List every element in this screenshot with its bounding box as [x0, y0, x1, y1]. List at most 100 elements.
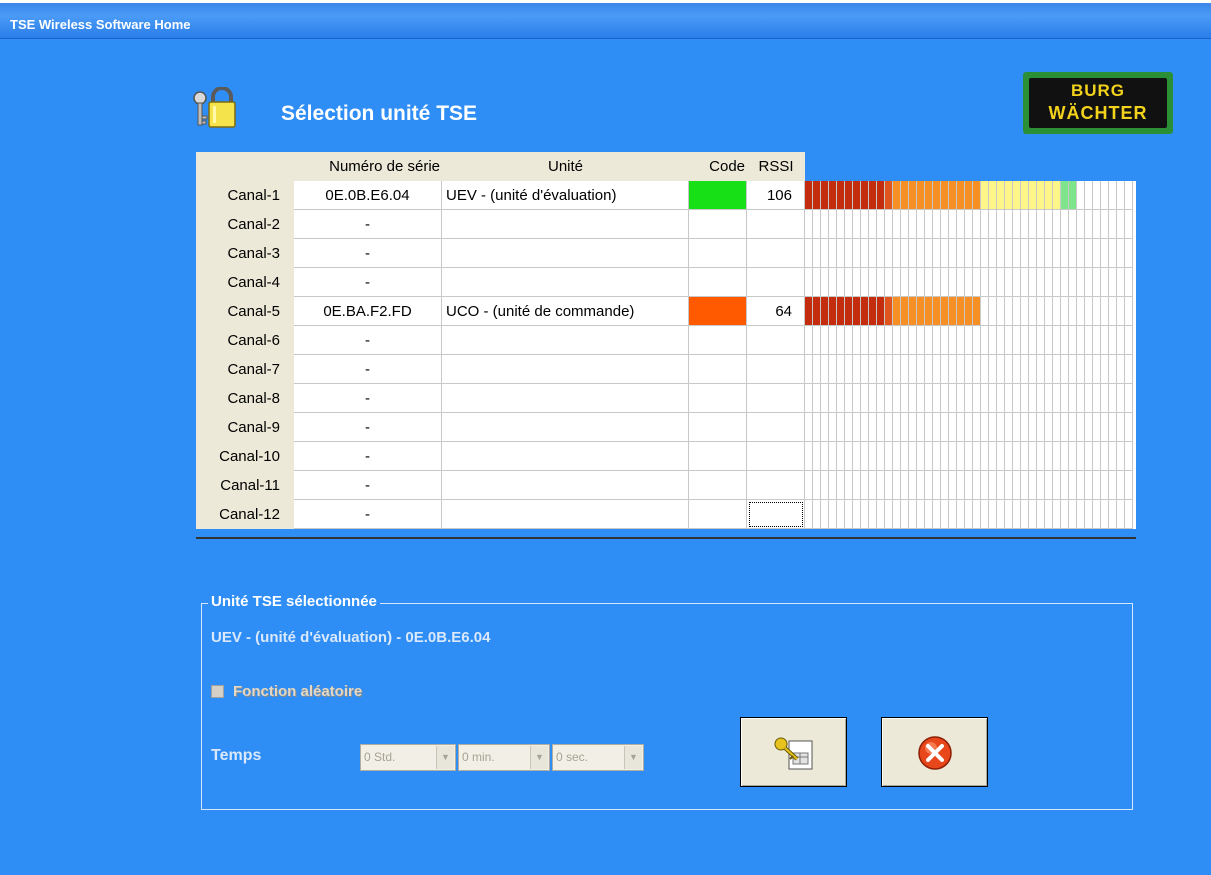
confirm-button[interactable] — [740, 717, 847, 787]
rssi-cell[interactable] — [747, 500, 805, 529]
table-row[interactable]: Canal-12- — [196, 500, 1136, 529]
serial-cell[interactable]: - — [294, 471, 442, 500]
signal-segment — [837, 181, 845, 210]
unit-cell[interactable] — [442, 268, 689, 297]
unit-cell[interactable] — [442, 471, 689, 500]
unit-cell[interactable] — [442, 239, 689, 268]
serial-cell[interactable]: - — [294, 500, 442, 529]
signal-segment — [981, 384, 989, 413]
rssi-cell[interactable] — [747, 442, 805, 471]
unit-cell[interactable] — [442, 500, 689, 529]
signal-segment — [877, 413, 885, 442]
code-cell[interactable] — [689, 442, 747, 471]
table-row[interactable]: Canal-5 0E.BA.F2.FD UCO - (unité de comman… — [196, 297, 1136, 326]
rssi-cell[interactable] — [747, 268, 805, 297]
code-cell[interactable] — [689, 210, 747, 239]
signal-segment — [1029, 384, 1037, 413]
signal-segment — [1085, 181, 1093, 210]
seconds-select[interactable]: 0 sec. ▼ — [552, 744, 644, 771]
signal-segment — [829, 210, 837, 239]
signal-meter — [805, 181, 1136, 210]
minutes-select[interactable]: 0 min. ▼ — [458, 744, 550, 771]
signal-segment — [965, 413, 973, 442]
unit-cell[interactable]: UEV - (unité d'évaluation) — [442, 181, 689, 210]
cancel-button[interactable] — [881, 717, 988, 787]
signal-segment — [981, 268, 989, 297]
code-cell[interactable] — [689, 326, 747, 355]
random-function-checkbox[interactable] — [211, 685, 224, 698]
code-cell[interactable] — [689, 500, 747, 529]
signal-segment — [1093, 268, 1101, 297]
rssi-cell[interactable]: 106 — [747, 181, 805, 210]
serial-cell[interactable]: - — [294, 413, 442, 442]
unit-cell[interactable] — [442, 355, 689, 384]
code-cell[interactable] — [689, 413, 747, 442]
chevron-down-icon[interactable]: ▼ — [436, 746, 454, 769]
signal-segment — [949, 326, 957, 355]
code-cell[interactable] — [689, 384, 747, 413]
serial-cell[interactable]: - — [294, 268, 442, 297]
chevron-down-icon[interactable]: ▼ — [530, 746, 548, 769]
signal-segment — [877, 384, 885, 413]
unit-cell[interactable] — [442, 442, 689, 471]
grid-bottom-border — [196, 537, 1136, 539]
column-header-unit[interactable]: Unité — [442, 152, 689, 181]
code-cell[interactable] — [689, 297, 747, 326]
unit-cell[interactable] — [442, 210, 689, 239]
serial-cell[interactable]: - — [294, 210, 442, 239]
rssi-cell[interactable] — [747, 355, 805, 384]
signal-segment — [1117, 471, 1125, 500]
serial-cell[interactable]: 0E.0B.E6.04 — [294, 181, 442, 210]
hours-select[interactable]: 0 Std. ▼ — [360, 744, 456, 771]
rssi-cell[interactable] — [747, 471, 805, 500]
code-cell[interactable] — [689, 181, 747, 210]
table-row[interactable]: Canal-8- — [196, 384, 1136, 413]
column-header-code[interactable]: Code — [689, 152, 747, 181]
table-row[interactable]: Canal-6- — [196, 326, 1136, 355]
rssi-cell[interactable] — [747, 210, 805, 239]
serial-cell[interactable]: - — [294, 442, 442, 471]
signal-segment — [837, 413, 845, 442]
signal-segment — [1077, 442, 1085, 471]
serial-cell[interactable]: - — [294, 239, 442, 268]
signal-segment — [813, 326, 821, 355]
rssi-cell[interactable]: 64 — [747, 297, 805, 326]
serial-cell[interactable]: 0E.BA.F2.FD — [294, 297, 442, 326]
code-cell[interactable] — [689, 239, 747, 268]
table-row[interactable]: Canal-1 0E.0B.E6.04 UEV - (unité d'évaluat… — [196, 181, 1136, 210]
signal-segment — [1061, 355, 1069, 384]
table-row[interactable]: Canal-4- — [196, 268, 1136, 297]
signal-segment — [813, 181, 821, 210]
table-row[interactable]: Canal-3- — [196, 239, 1136, 268]
title-bar: TSE Wireless Software Home — [0, 0, 1211, 39]
table-row[interactable]: Canal-11- — [196, 471, 1136, 500]
column-header-serial[interactable]: Numéro de série — [294, 152, 442, 181]
code-cell[interactable] — [689, 355, 747, 384]
signal-segment — [1085, 413, 1093, 442]
unit-cell[interactable] — [442, 326, 689, 355]
signal-segment — [1005, 210, 1013, 239]
table-row[interactable]: Canal-9- — [196, 413, 1136, 442]
signal-segment — [805, 181, 813, 210]
rssi-cell[interactable] — [747, 326, 805, 355]
table-row[interactable]: Canal-10- — [196, 442, 1136, 471]
signal-segment — [1117, 326, 1125, 355]
serial-cell[interactable]: - — [294, 326, 442, 355]
signal-segment — [941, 413, 949, 442]
column-header-rssi[interactable]: RSSI — [747, 152, 805, 181]
serial-cell[interactable]: - — [294, 384, 442, 413]
signal-segment — [837, 297, 845, 326]
rssi-cell[interactable] — [747, 413, 805, 442]
rssi-cell[interactable] — [747, 239, 805, 268]
serial-cell[interactable]: - — [294, 355, 442, 384]
unit-cell[interactable]: UCO - (unité de commande) — [442, 297, 689, 326]
table-row[interactable]: Canal-2- — [196, 210, 1136, 239]
chevron-down-icon[interactable]: ▼ — [624, 746, 642, 769]
signal-segment — [957, 500, 965, 529]
unit-cell[interactable] — [442, 413, 689, 442]
table-row[interactable]: Canal-7- — [196, 355, 1136, 384]
code-cell[interactable] — [689, 471, 747, 500]
rssi-cell[interactable] — [747, 384, 805, 413]
unit-cell[interactable] — [442, 384, 689, 413]
code-cell[interactable] — [689, 268, 747, 297]
